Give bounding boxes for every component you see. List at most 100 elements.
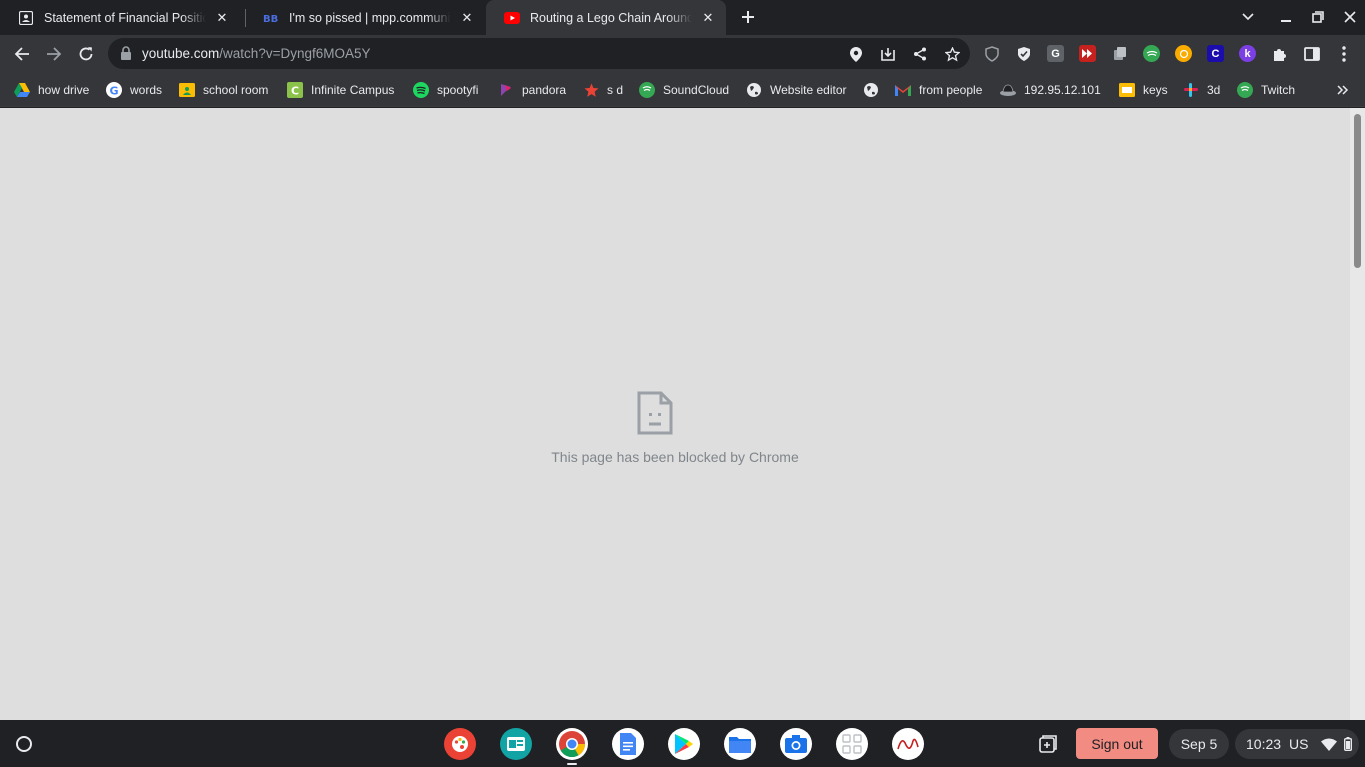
classroom-app-icon[interactable]: [500, 728, 532, 760]
coin-extension-icon[interactable]: [1175, 45, 1192, 62]
date-button[interactable]: Sep 5: [1169, 729, 1229, 759]
minimize-icon[interactable]: [1275, 6, 1297, 28]
wave-app-icon[interactable]: [892, 728, 924, 760]
youtube-icon: [504, 10, 520, 26]
tab-title: Statement of Financial Position: [44, 10, 206, 25]
shield-extension-icon[interactable]: [983, 45, 1000, 62]
tab-mpp[interactable]: BB I'm so pissed | mpp.community ✕: [245, 0, 485, 35]
bookmark-from-people[interactable]: from people: [895, 80, 982, 100]
bookmark-pandora[interactable]: pandora: [498, 80, 566, 100]
files-app-icon[interactable]: [724, 728, 756, 760]
svg-text:G: G: [110, 85, 119, 98]
bookmark-label: SoundCloud: [663, 83, 730, 97]
bookmark-label: spootyfi: [437, 83, 479, 97]
extensions-puzzle-icon[interactable]: [1267, 41, 1293, 67]
lock-icon[interactable]: [120, 46, 132, 60]
clock-text: 10:23: [1246, 736, 1282, 752]
bookmark-school-room[interactable]: school room: [179, 80, 268, 100]
close-icon[interactable]: ✕: [700, 10, 716, 26]
new-tab-button[interactable]: [737, 6, 759, 28]
k-extension-icon[interactable]: k: [1239, 45, 1256, 62]
url-domain: youtube.com: [142, 46, 220, 61]
bookmark-spootyfi[interactable]: spootyfi: [413, 80, 478, 100]
bookmark-infinite-campus[interactable]: C Infinite Campus: [287, 80, 394, 100]
tab-youtube[interactable]: Routing a Lego Chain Around Mo ✕: [486, 0, 726, 35]
bookmark-ip[interactable]: 192.95.12.101: [1000, 80, 1101, 100]
bookmark-s-d[interactable]: s d: [583, 80, 623, 100]
classroom-icon: [18, 10, 34, 26]
location-icon[interactable]: [846, 44, 866, 64]
blocked-page-icon: [637, 391, 673, 435]
sign-out-button[interactable]: Sign out: [1076, 728, 1158, 759]
bookmark-how-drive[interactable]: how drive: [14, 80, 89, 100]
bookmark-keys[interactable]: keys: [1119, 80, 1168, 100]
tab-title: I'm so pissed | mpp.community: [289, 10, 451, 25]
gmail-icon: [895, 82, 911, 98]
screen: Statement of Financial Position ✕ BB I'm…: [0, 0, 1365, 767]
hat-icon: [1000, 82, 1016, 98]
holding-space-icon[interactable]: [1032, 729, 1064, 759]
bookmark-label: how drive: [38, 83, 90, 97]
camera-app-icon[interactable]: [780, 728, 812, 760]
tab-strip: Statement of Financial Position ✕ BB I'm…: [0, 0, 1365, 35]
bookmark-star-icon[interactable]: [942, 44, 962, 64]
close-icon[interactable]: ✕: [214, 10, 230, 26]
play-store-app-icon[interactable]: [668, 728, 700, 760]
fast-forward-extension-icon[interactable]: [1079, 45, 1096, 62]
palette-app-icon[interactable]: [444, 728, 476, 760]
slack-icon: [1183, 82, 1199, 98]
g-extension-icon[interactable]: G: [1047, 45, 1064, 62]
scrollbar[interactable]: [1350, 108, 1365, 720]
scrollbar-thumb[interactable]: [1354, 114, 1361, 268]
reload-icon[interactable]: [73, 41, 99, 67]
bookmark-website-editor[interactable]: Website editor: [746, 80, 846, 100]
bookmark-3d[interactable]: 3d: [1183, 80, 1220, 100]
apps-grid-app-icon[interactable]: [836, 728, 868, 760]
spotify-icon: [413, 82, 429, 98]
bookmark-soundcloud[interactable]: SoundCloud: [639, 80, 729, 100]
menu-kebab-icon[interactable]: [1331, 41, 1357, 67]
restore-icon[interactable]: [1307, 6, 1329, 28]
side-panel-icon[interactable]: [1299, 41, 1325, 67]
wifi-icon: [1320, 738, 1337, 751]
launcher-icon[interactable]: [8, 728, 40, 760]
close-window-icon[interactable]: [1339, 6, 1361, 28]
bookmarks-bar: how drive G words school room C Infinite…: [0, 72, 1365, 107]
chrome-app-icon[interactable]: [556, 728, 588, 760]
svg-text:C: C: [291, 85, 299, 98]
bookmark-twitch[interactable]: Twitch: [1237, 80, 1295, 100]
bookmark-words[interactable]: G words: [106, 80, 162, 100]
bookmark-label: 192.95.12.101: [1024, 83, 1101, 97]
forward-icon[interactable]: [41, 41, 67, 67]
bookmark-globe[interactable]: [863, 80, 887, 100]
soundcloud-icon: [639, 82, 655, 98]
bookmark-label: Twitch: [1261, 83, 1296, 97]
pandora-icon: [498, 82, 514, 98]
google-icon: G: [106, 82, 122, 98]
tab-statement[interactable]: Statement of Financial Position ✕: [0, 0, 240, 35]
install-icon[interactable]: [878, 44, 898, 64]
docs-app-icon[interactable]: [612, 728, 644, 760]
toolbar: youtube.com/watch?v=Dyngf6MOA5Y G C k: [0, 35, 1365, 72]
close-icon[interactable]: ✕: [459, 10, 475, 26]
share-icon[interactable]: [910, 44, 930, 64]
shelf: Sep 5 10:23 US: [0, 720, 1365, 767]
more-bookmarks-icon[interactable]: [1337, 80, 1349, 100]
vpn-extension-icon[interactable]: [1015, 45, 1032, 62]
classroom-icon: [179, 82, 195, 98]
globe-icon: [863, 82, 879, 98]
globe-icon: [746, 82, 762, 98]
url-text[interactable]: youtube.com/watch?v=Dyngf6MOA5Y: [142, 46, 371, 61]
back-icon[interactable]: [9, 41, 35, 67]
locale-text: US: [1289, 736, 1309, 752]
tab-search-icon[interactable]: [1237, 6, 1259, 28]
soundcloud-extension-icon[interactable]: [1143, 45, 1160, 62]
slides-icon: [1119, 82, 1135, 98]
copy-extension-icon[interactable]: [1111, 45, 1128, 62]
star-icon: [583, 82, 599, 98]
status-tray[interactable]: 10:23 US: [1235, 729, 1359, 759]
omnibox[interactable]: youtube.com/watch?v=Dyngf6MOA5Y: [108, 38, 970, 69]
svg-text:BB: BB: [263, 14, 278, 24]
c-extension-icon[interactable]: C: [1207, 45, 1224, 62]
bookmark-label: school room: [203, 83, 269, 97]
